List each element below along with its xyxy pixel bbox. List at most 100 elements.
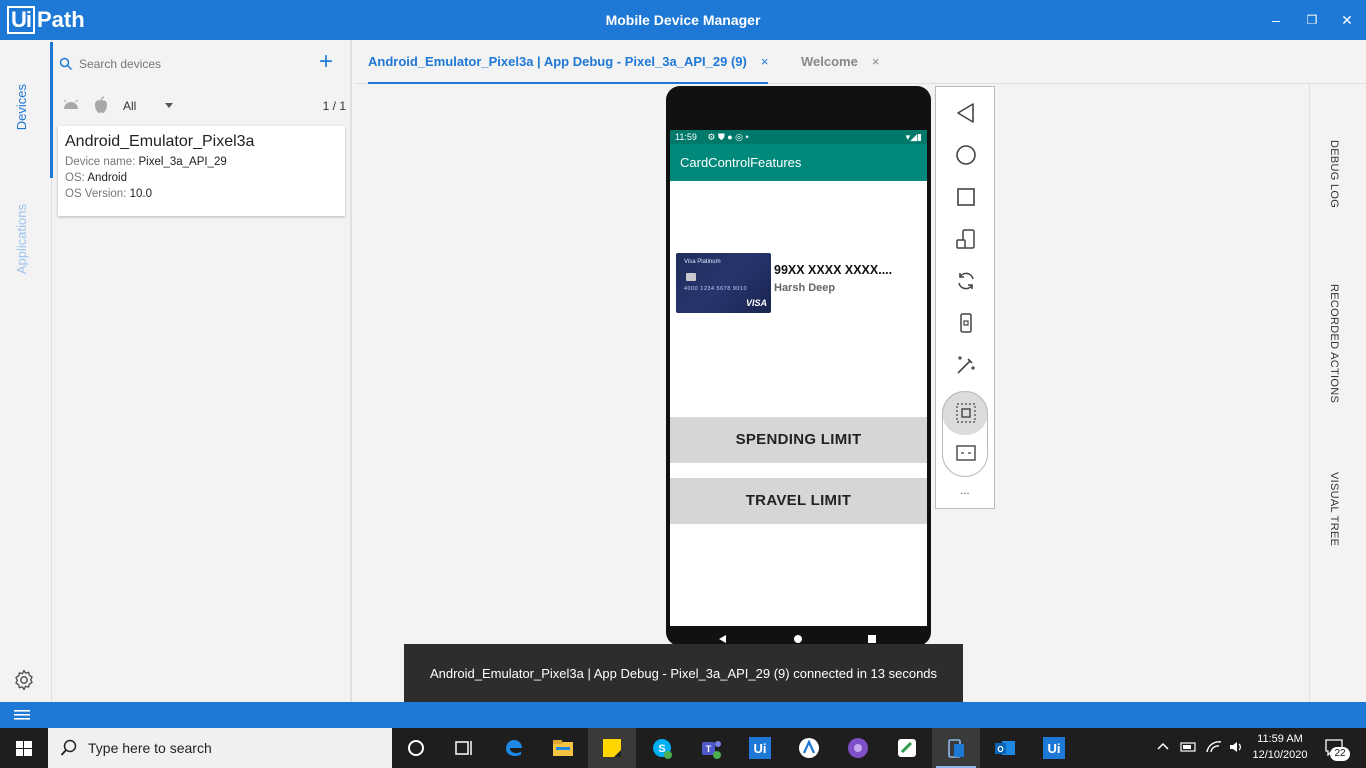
os-filter-select[interactable]: All <box>123 99 136 113</box>
outlook-icon[interactable]: O <box>993 736 1017 760</box>
tab-visual-tree[interactable]: VISUAL TREE <box>1328 472 1340 546</box>
clock-time[interactable]: 11:59 AM <box>1250 733 1310 745</box>
svg-text:O: O <box>997 745 1003 754</box>
refresh-icon[interactable] <box>954 269 978 293</box>
select-element-icon[interactable] <box>954 401 978 425</box>
apple-icon[interactable] <box>91 95 111 115</box>
status-time: 11:59 <box>675 132 697 142</box>
device-name-label: Device name: <box>65 156 136 168</box>
connection-toast: Android_Emulator_Pixel3a | App Debug - P… <box>404 644 963 703</box>
back-icon[interactable] <box>954 101 978 125</box>
restore-button[interactable]: ❐ <box>1302 10 1322 30</box>
nav-tab-applications[interactable]: Applications <box>14 204 29 274</box>
sticky-notes-icon[interactable] <box>600 736 624 760</box>
battery-icon[interactable] <box>1180 740 1198 754</box>
device-phone-frame: 11:59 ⚙ ⛊ ● ◎ • ▾◢▮ CardControlFeatures … <box>666 86 931 646</box>
task-view-icon[interactable] <box>452 736 476 760</box>
minimize-button[interactable]: – <box>1266 10 1286 30</box>
os-version-label: OS Version: <box>65 188 127 200</box>
app-status-bar <box>0 702 1366 728</box>
os-row: OS: Android <box>65 170 338 186</box>
android-home-icon[interactable] <box>793 634 803 644</box>
recent-apps-icon[interactable] <box>954 185 978 209</box>
card-holder-name[interactable]: Harsh Deep <box>774 282 835 294</box>
tab-close-icon[interactable]: × <box>872 54 880 69</box>
title-bar: Ui Path Mobile Device Manager – ❐ ✕ <box>0 0 1366 40</box>
device-screen[interactable]: 11:59 ⚙ ⛊ ● ◎ • ▾◢▮ CardControlFeatures … <box>670 130 927 626</box>
android-recents-icon[interactable] <box>867 634 877 644</box>
settings-gear-icon[interactable] <box>12 668 36 692</box>
green-app-icon[interactable] <box>895 736 919 760</box>
credit-card-image[interactable]: Visa Platinum 4000 1234 5678 9010 VISA <box>676 253 771 313</box>
file-explorer-icon[interactable] <box>551 736 575 760</box>
svg-text:T: T <box>706 744 712 754</box>
tab-label: Welcome <box>801 54 858 69</box>
android-back-icon[interactable] <box>718 634 728 644</box>
magic-wand-icon[interactable] <box>954 353 978 377</box>
card-tier: Visa Platinum <box>684 259 721 265</box>
search-devices-input[interactable] <box>79 54 299 74</box>
tab-label: Android_Emulator_Pixel3a | App Debug - P… <box>368 54 747 69</box>
tab-close-icon[interactable]: × <box>761 54 769 69</box>
rotate-screen-icon[interactable] <box>954 227 978 251</box>
teams-icon[interactable]: T <box>699 736 723 760</box>
device-name-row: Device name: Pixel_3a_API_29 <box>65 154 338 170</box>
home-icon[interactable] <box>954 143 978 167</box>
svg-text:Ui: Ui <box>754 741 767 756</box>
app-bar-title: CardControlFeatures <box>670 144 927 181</box>
menu-icon[interactable] <box>14 710 30 720</box>
nav-rail: Devices Applications <box>0 40 53 702</box>
device-count: 1 / 1 <box>322 99 346 113</box>
tab-app-debug-session[interactable]: Android_Emulator_Pixel3a | App Debug - P… <box>368 54 769 84</box>
os-version-row: OS Version: 10.0 <box>65 186 338 202</box>
svg-text:Ui: Ui <box>1048 741 1061 756</box>
notification-count-badge: 22 <box>1330 747 1350 761</box>
android-nav-bar <box>666 626 931 646</box>
android-icon[interactable] <box>61 95 81 115</box>
taskbar-search-box[interactable]: Type here to search <box>48 728 392 768</box>
tab-recorded-actions[interactable]: RECORDED ACTIONS <box>1328 284 1340 403</box>
chevron-down-icon[interactable] <box>165 103 173 108</box>
travel-limit-button[interactable]: TRAVEL LIMIT <box>670 478 927 524</box>
device-icon[interactable] <box>954 311 978 335</box>
device-card[interactable]: Android_Emulator_Pixel3a Device name: Pi… <box>58 126 345 216</box>
clock-date[interactable]: 12/10/2020 <box>1250 749 1310 761</box>
wifi-battery-icon: ▾◢▮ <box>905 132 922 142</box>
os-label: OS: <box>65 172 85 184</box>
uipath-assistant-icon[interactable] <box>797 736 821 760</box>
tab-welcome[interactable]: Welcome × <box>801 54 879 84</box>
volume-icon[interactable] <box>1228 740 1244 754</box>
android-status-bar: 11:59 ⚙ ⛊ ● ◎ • ▾◢▮ <box>670 130 927 144</box>
tab-debug-log[interactable]: DEBUG LOG <box>1328 140 1340 208</box>
add-device-button[interactable]: + <box>316 50 336 74</box>
visa-logo: VISA <box>745 298 767 308</box>
device-panel: + All 1 / 1 Android_Emulator_Pixel3a Dev… <box>53 40 352 702</box>
status-icons: ⚙ ⛊ ● ◎ • <box>707 132 749 142</box>
os-version-value: 10.0 <box>129 188 152 200</box>
device-name-value: Pixel_3a_API_29 <box>138 156 227 168</box>
windows-start-icon[interactable] <box>0 728 48 768</box>
nav-tab-devices[interactable]: Devices <box>14 84 29 130</box>
close-button[interactable]: ✕ <box>1337 10 1357 30</box>
card-face-number: 4000 1234 5678 9010 <box>684 286 748 292</box>
uipath-robot-icon[interactable]: Ui <box>1042 736 1066 760</box>
wifi-icon[interactable] <box>1205 740 1223 754</box>
emulator-toolbar: ... <box>935 86 995 509</box>
taskbar-search-placeholder: Type here to search <box>88 740 212 756</box>
chevron-up-icon[interactable] <box>1156 740 1170 754</box>
spending-limit-button[interactable]: SPENDING LIMIT <box>670 417 927 463</box>
search-icon <box>59 57 73 71</box>
window-title: Mobile Device Manager <box>605 12 761 28</box>
uipath-studio-icon[interactable]: Ui <box>748 736 772 760</box>
screenshot-area-icon[interactable] <box>954 441 978 465</box>
mobile-device-manager-icon[interactable] <box>944 736 968 760</box>
skype-icon[interactable]: S <box>650 736 674 760</box>
more-options-icon[interactable]: ... <box>936 485 994 497</box>
card-chip-icon <box>686 273 696 281</box>
session-tabs: Android_Emulator_Pixel3a | App Debug - P… <box>354 40 1366 84</box>
os-value: Android <box>87 172 128 184</box>
cortana-icon[interactable] <box>404 736 428 760</box>
edge-browser-icon[interactable] <box>502 736 526 760</box>
visual-studio-icon[interactable] <box>846 736 870 760</box>
card-number[interactable]: 99XX XXXX XXXX.... <box>774 263 892 277</box>
